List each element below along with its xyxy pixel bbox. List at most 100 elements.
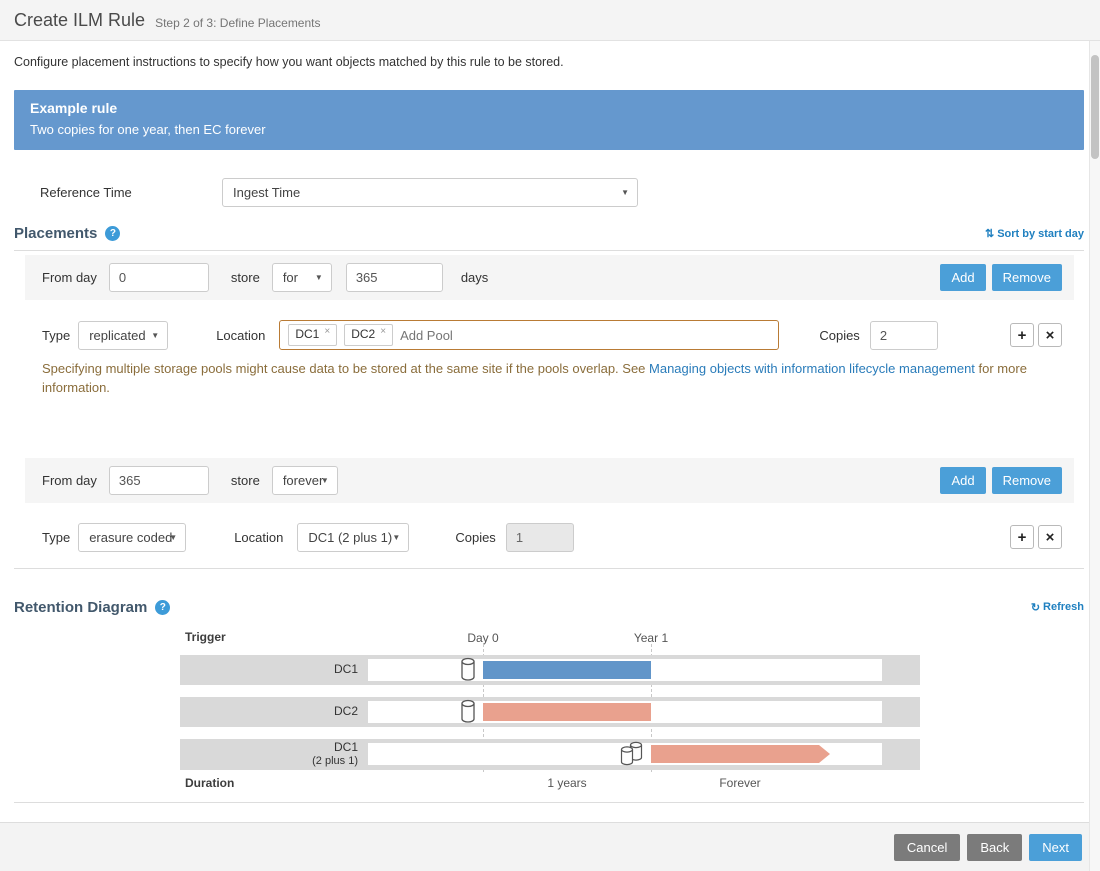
help-icon[interactable]: ? (155, 600, 170, 615)
location-pool-tokenfield[interactable]: DC1 × DC2 × (279, 320, 779, 350)
diagram-row-label: DC1 (2 plus 1) (180, 739, 360, 770)
type-value: erasure coded (89, 530, 172, 545)
pool-tag[interactable]: DC1 × (288, 324, 337, 346)
axis-day0-label: Day 0 (448, 631, 518, 645)
next-button[interactable]: Next (1029, 834, 1082, 861)
warning-text-pre: Specifying multiple storage pools might … (42, 361, 649, 376)
remove-pool-icon[interactable]: × (380, 325, 386, 338)
retention-bar-dc2 (483, 703, 651, 721)
copies-input-disabled (506, 523, 574, 552)
add-pool-input[interactable] (400, 328, 770, 343)
vertical-scrollbar[interactable] (1089, 41, 1100, 871)
example-rule-banner: Example rule Two copies for one year, th… (14, 90, 1084, 150)
reference-time-select[interactable]: Ingest Time ▼ (222, 178, 638, 207)
delete-placement-button[interactable]: × (1038, 323, 1062, 347)
page-header: Create ILM Rule Step 2 of 3: Define Plac… (0, 0, 1100, 41)
add-period-button[interactable]: Add (940, 467, 985, 494)
storage-pool-icon (460, 657, 476, 686)
ilm-docs-link[interactable]: Managing objects with information lifecy… (649, 361, 975, 376)
retention-bar-dc1-ec (651, 745, 819, 763)
axis-forever-label: Forever (705, 776, 775, 790)
add-placement-button[interactable]: + (1010, 525, 1034, 549)
diagram-row-label: DC2 (180, 697, 360, 727)
placement-type-row-1: Type replicated ▼ Location DC1 × DC2 × C… (25, 320, 1074, 350)
remove-pool-icon[interactable]: × (324, 325, 330, 338)
page-step-subtitle: Step 2 of 3: Define Placements (155, 11, 320, 30)
sort-by-start-day-link[interactable]: ⇅ Sort by start day (985, 227, 1084, 240)
placements-section-title: Placements (14, 225, 97, 242)
pool-tag[interactable]: DC2 × (344, 324, 393, 346)
retention-section-header: Retention Diagram ? ↻ Refresh (14, 599, 1084, 616)
copies-label: Copies (819, 328, 859, 343)
diagram-row-dc1: DC1 (180, 655, 920, 685)
divider (14, 802, 1084, 803)
forever-arrow-icon (819, 745, 830, 763)
back-button[interactable]: Back (967, 834, 1022, 861)
store-mode-select[interactable]: for ▼ (272, 263, 332, 292)
days-label: days (461, 270, 488, 285)
axis-year1-label: Year 1 (616, 631, 686, 645)
remove-period-button[interactable]: Remove (992, 467, 1062, 494)
diagram-row-dc1-ec: DC1 (2 plus 1) (180, 739, 920, 770)
from-day-label: From day (42, 270, 97, 285)
location-select[interactable]: DC1 (2 plus 1) ▼ (297, 523, 409, 552)
store-mode-value: forever (283, 473, 323, 488)
refresh-icon: ↻ (1031, 601, 1040, 614)
divider (14, 568, 1084, 569)
copies-input[interactable] (870, 321, 938, 350)
location-label: Location (234, 530, 283, 545)
pool-tag-label: DC1 (295, 327, 319, 343)
delete-placement-button[interactable]: × (1038, 525, 1062, 549)
store-mode-value: for (283, 270, 298, 285)
divider (14, 250, 1084, 251)
trigger-label: Trigger (185, 630, 226, 644)
from-day-input[interactable] (109, 466, 209, 495)
location-label: Location (216, 328, 265, 343)
from-day-input[interactable] (109, 263, 209, 292)
page-title: Create ILM Rule (14, 10, 145, 31)
sort-link-label: Sort by start day (997, 228, 1084, 240)
pool-overlap-warning: Specifying multiple storage pools might … (42, 360, 1072, 398)
diagram-row-dc2: DC2 (180, 697, 920, 727)
store-label: store (231, 270, 260, 285)
remove-period-button[interactable]: Remove (992, 264, 1062, 291)
type-label: Type (42, 530, 70, 545)
chevron-down-icon: ▼ (392, 533, 400, 542)
axis-1years-label: 1 years (532, 776, 602, 790)
retention-diagram: Trigger Day 0 Year 1 DC1 DC2 (14, 628, 1084, 796)
cancel-button[interactable]: Cancel (894, 834, 960, 861)
help-icon[interactable]: ? (105, 226, 120, 241)
scrollbar-thumb[interactable] (1091, 55, 1099, 159)
store-mode-select[interactable]: forever ▼ (272, 466, 338, 495)
storage-pool-icon (460, 699, 476, 728)
retention-bar-dc1 (483, 661, 651, 679)
wizard-footer: Cancel Back Next (0, 822, 1100, 871)
reference-time-label: Reference Time (40, 185, 222, 200)
store-label: store (231, 473, 260, 488)
banner-title: Example rule (30, 100, 1068, 116)
from-day-label: From day (42, 473, 97, 488)
copies-label: Copies (455, 530, 495, 545)
chevron-down-icon: ▼ (321, 476, 329, 485)
chevron-down-icon: ▼ (621, 188, 629, 197)
diagram-row-label: DC1 (180, 655, 360, 685)
location-value: DC1 (2 plus 1) (308, 530, 392, 545)
type-value: replicated (89, 328, 145, 343)
chevron-down-icon: ▼ (315, 273, 323, 282)
type-select[interactable]: erasure coded ▼ (78, 523, 186, 552)
erasure-coded-pool-icon (620, 741, 644, 771)
refresh-link[interactable]: ↻ Refresh (1031, 601, 1084, 614)
refresh-link-label: Refresh (1043, 601, 1084, 613)
placement-period-row-1: From day store for ▼ days Add Remove (25, 255, 1074, 300)
add-placement-button[interactable]: + (1010, 323, 1034, 347)
reference-time-row: Reference Time Ingest Time ▼ (14, 178, 1084, 207)
type-select[interactable]: replicated ▼ (78, 321, 168, 350)
chevron-down-icon: ▼ (151, 331, 159, 340)
intro-text: Configure placement instructions to spec… (14, 55, 1084, 69)
reference-time-value: Ingest Time (233, 185, 300, 200)
add-period-button[interactable]: Add (940, 264, 985, 291)
duration-days-input[interactable] (346, 263, 443, 292)
duration-label: Duration (185, 776, 234, 790)
placement-period-row-2: From day store forever ▼ Add Remove (25, 458, 1074, 503)
banner-subtitle: Two copies for one year, then EC forever (30, 122, 1068, 137)
